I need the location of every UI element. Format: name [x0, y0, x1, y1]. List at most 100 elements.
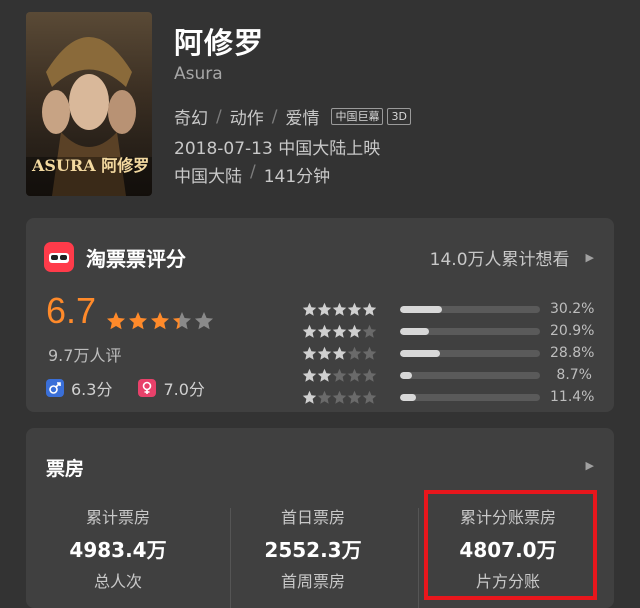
want-count: 14.0万人累计想看: [429, 250, 570, 270]
star-icon: [317, 302, 332, 316]
gender-scores: 6.3分 7.0分: [46, 376, 205, 400]
rating-source: 淘票票评分: [86, 247, 186, 271]
distribution-bar-fill: [400, 305, 443, 313]
distribution-row: 30.2%: [302, 298, 595, 320]
star-icon: [302, 346, 317, 360]
separator: /: [250, 162, 256, 182]
distribution-bar-fill: [400, 393, 416, 401]
region: 中国大陆: [174, 167, 242, 187]
female-score: 7.0分: [163, 380, 205, 399]
movie-poster[interactable]: ASURA 阿修罗: [26, 12, 152, 196]
distribution-bar: [400, 371, 540, 379]
male-icon: [46, 379, 64, 397]
star-icon: [362, 302, 377, 316]
distribution-bar-fill: [400, 327, 430, 335]
male-score: 6.3分: [71, 380, 113, 399]
star-icon: [362, 346, 377, 360]
star-icon: [347, 302, 362, 316]
separator: /: [216, 106, 222, 127]
chevron-right-icon[interactable]: ▶: [586, 459, 594, 472]
movie-subtitle: Asura: [174, 64, 223, 84]
star-icon: [302, 368, 317, 382]
star-icon: [317, 390, 332, 404]
imax-tag: 中国巨幕: [331, 108, 384, 125]
duration: 141分钟: [263, 167, 331, 187]
poster-title: ASURA 阿修罗: [32, 156, 150, 175]
genre-item: 动作: [229, 109, 264, 129]
rating-score: 6.7: [46, 290, 97, 331]
distribution-bar-fill: [400, 349, 441, 357]
star-icon: [332, 324, 347, 338]
star-icon: [347, 368, 362, 382]
distribution-bar: [400, 393, 540, 401]
star-icon: [173, 312, 191, 330]
star-icon: [347, 324, 362, 338]
stat-first-day-box: 首日票房 2552.3万: [221, 504, 405, 563]
star-icon: [347, 390, 362, 404]
distribution-stars: [302, 390, 390, 405]
rating-stars: [106, 311, 216, 331]
distribution-row: 8.7%: [302, 364, 592, 386]
star-icon: [317, 324, 332, 338]
stat-total-box: 累计票房 4983.4万: [26, 504, 210, 563]
stat-first-week-box: 首周票房: [221, 568, 405, 592]
star-icon: [362, 324, 377, 338]
stat-label: 首周票房: [280, 572, 345, 591]
distribution-percent: 20.9%: [550, 323, 595, 339]
genre-item: 爱情: [285, 109, 320, 129]
star-icon: [317, 368, 332, 382]
stat-label: 首日票房: [280, 508, 345, 527]
star-icon: [332, 346, 347, 360]
distribution-bar: [400, 349, 540, 357]
release-info: 2018-07-13 中国大陆上映: [174, 139, 381, 159]
genre-list: 奇幻 / 动作 / 爱情 中国巨幕 3D: [174, 104, 411, 129]
distribution-percent: 8.7%: [556, 367, 592, 383]
distribution-bar: [400, 327, 540, 335]
star-icon: [317, 346, 332, 360]
movie-title: 阿修罗: [174, 26, 265, 60]
star-icon: [332, 390, 347, 404]
star-icon: [332, 302, 347, 316]
distribution-stars: [302, 368, 390, 383]
star-icon: [151, 312, 169, 330]
stat-value: 4983.4万: [69, 538, 167, 562]
distribution-row: 28.8%: [302, 342, 595, 364]
highlight-box: [424, 490, 597, 600]
distribution-percent: 11.4%: [550, 389, 595, 405]
want-to-see[interactable]: 14.0万人累计想看 ▶: [430, 245, 594, 270]
rating-count: 9.7万人评: [48, 346, 122, 365]
distribution-row: 11.4%: [302, 386, 595, 408]
box-office-title: 票房: [46, 458, 85, 480]
female-icon: [138, 379, 157, 397]
taopiaopiao-logo-icon: [44, 242, 74, 272]
star-icon: [362, 390, 377, 404]
distribution-percent: 30.2%: [550, 301, 595, 317]
distribution-stars: [302, 324, 390, 339]
chevron-right-icon: ▶: [585, 251, 594, 264]
genre-item: 奇幻: [174, 109, 208, 129]
distribution-bar-fill: [400, 371, 413, 379]
separator: /: [271, 106, 278, 127]
rating-distribution: 30.2% 20.9% 28.8% 8.7% 11.4%: [302, 298, 595, 408]
star-icon: [302, 390, 317, 404]
distribution-stars: [302, 302, 390, 317]
star-icon: [302, 302, 317, 316]
stat-label: 累计票房: [85, 508, 150, 527]
star-icon: [195, 312, 213, 330]
distribution-bar: [400, 305, 540, 313]
3d-tag: 3D: [387, 108, 411, 125]
star-icon: [362, 368, 377, 382]
star-icon: [332, 368, 347, 382]
region-duration: 中国大陆 / 141分钟: [174, 162, 330, 187]
stat-value: 2552.3万: [264, 538, 362, 562]
star-icon: [129, 312, 147, 330]
stat-label: 总人次: [93, 572, 142, 591]
star-icon: [347, 346, 362, 360]
distribution-row: 20.9%: [302, 320, 595, 342]
distribution-stars: [302, 346, 390, 361]
star-icon: [302, 324, 317, 338]
rating-card[interactable]: 淘票票评分 14.0万人累计想看 ▶ 6.7 9.7万人评 6.3分 7.0分 …: [26, 218, 614, 412]
star-icon: [107, 312, 125, 330]
stat-total-admissions: 总人次: [26, 568, 210, 592]
distribution-percent: 28.8%: [550, 345, 595, 361]
